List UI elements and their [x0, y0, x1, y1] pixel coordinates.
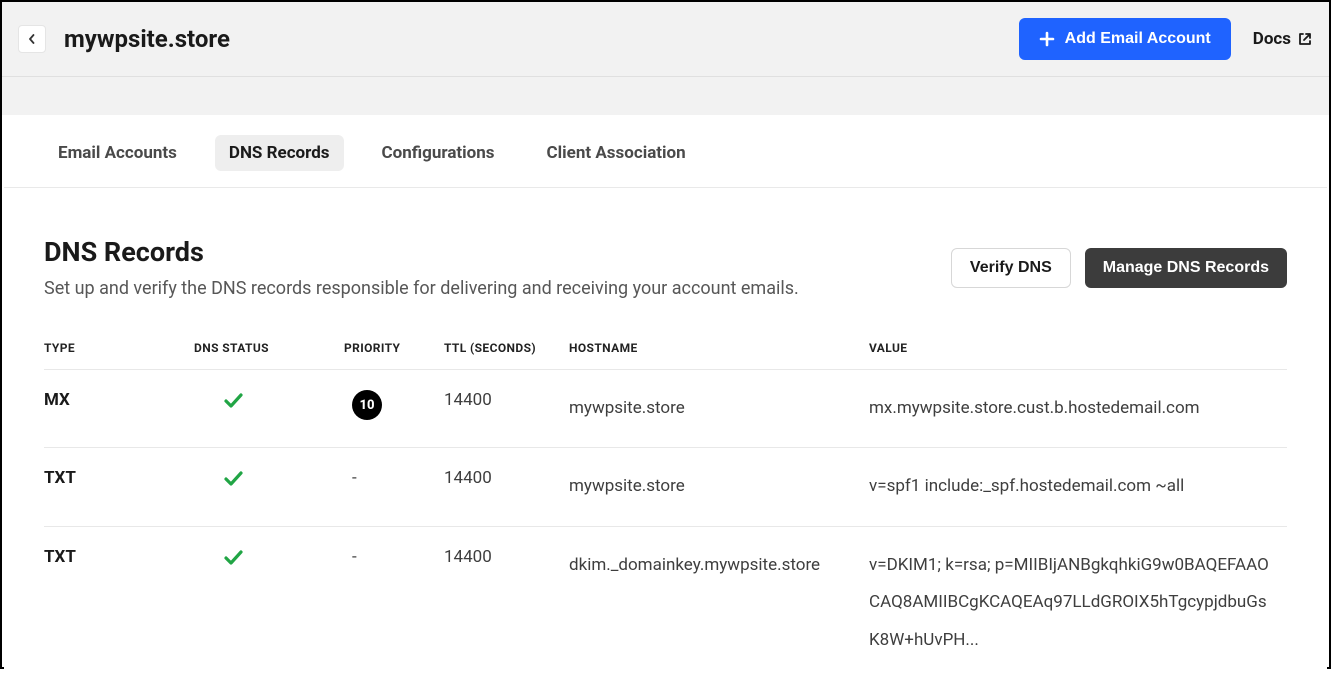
cell-value: v=spf1 include:_spf.hostedemail.com ~all	[869, 468, 1287, 505]
cell-status	[194, 390, 344, 417]
cell-value: v=DKIM1; k=rsa; p=MIIBIjANBgkqhkiG9w0BAQ…	[869, 547, 1287, 659]
column-ttl: TTL (SECONDS)	[444, 341, 569, 355]
add-email-account-button[interactable]: Add Email Account	[1019, 18, 1231, 60]
cell-ttl: 14400	[444, 547, 569, 567]
table-body: MX 10 14400 mywpsite.store mx.mywpsite.s…	[44, 370, 1287, 679]
cell-status	[194, 468, 344, 495]
section-description: Set up and verify the DNS records respon…	[44, 278, 799, 299]
cell-ttl: 14400	[444, 390, 569, 410]
verify-dns-button[interactable]: Verify DNS	[951, 248, 1071, 288]
tab-configurations[interactable]: Configurations	[368, 135, 509, 171]
cell-status	[194, 547, 344, 574]
docs-label: Docs	[1253, 29, 1291, 49]
column-type: TYPE	[44, 341, 194, 355]
column-hostname: HOSTNAME	[569, 341, 869, 355]
section-actions: Verify DNS Manage DNS Records	[951, 248, 1287, 288]
cell-priority: -	[344, 547, 444, 567]
checkmark-icon	[222, 390, 244, 412]
add-email-account-label: Add Email Account	[1065, 30, 1211, 48]
content-area: DNS Records Set up and verify the DNS re…	[4, 188, 1327, 699]
cell-priority: -	[344, 468, 444, 488]
tab-client-association[interactable]: Client Association	[533, 135, 700, 171]
page-header: mywpsite.store Add Email Account Docs	[2, 2, 1329, 77]
table-header-row: TYPE DNS STATUS PRIORITY TTL (SECONDS) H…	[44, 331, 1287, 370]
cell-type: MX	[44, 390, 194, 410]
checkmark-icon	[222, 468, 244, 490]
section-text: DNS Records Set up and verify the DNS re…	[44, 236, 799, 299]
chevron-left-icon	[27, 34, 37, 44]
tab-email-accounts[interactable]: Email Accounts	[44, 135, 191, 171]
section-header: DNS Records Set up and verify the DNS re…	[44, 236, 1287, 299]
dns-records-table: TYPE DNS STATUS PRIORITY TTL (SECONDS) H…	[44, 331, 1287, 679]
cell-type: TXT	[44, 547, 194, 567]
table-row: TXT - 14400 dkim._domainkey.mywpsite.sto…	[44, 527, 1287, 679]
cell-type: TXT	[44, 468, 194, 488]
site-title: mywpsite.store	[64, 25, 1019, 53]
cell-hostname: dkim._domainkey.mywpsite.store	[569, 547, 869, 584]
tab-dns-records[interactable]: DNS Records	[215, 135, 344, 171]
cell-priority: 10	[344, 390, 444, 420]
cell-hostname: mywpsite.store	[569, 390, 869, 427]
table-row: TXT - 14400 mywpsite.store v=spf1 includ…	[44, 448, 1287, 526]
table-row: MX 10 14400 mywpsite.store mx.mywpsite.s…	[44, 370, 1287, 448]
back-button[interactable]	[18, 25, 46, 53]
column-value: VALUE	[869, 341, 1287, 355]
section-title: DNS Records	[44, 236, 799, 268]
column-status: DNS STATUS	[194, 341, 344, 355]
priority-badge: 10	[352, 390, 382, 420]
column-priority: PRIORITY	[344, 341, 444, 355]
checkmark-icon	[222, 547, 244, 569]
header-gap	[2, 77, 1329, 115]
cell-ttl: 14400	[444, 468, 569, 488]
tabs-bar: Email Accounts DNS Records Configuration…	[4, 115, 1327, 188]
cell-value: mx.mywpsite.store.cust.b.hostedemail.com	[869, 390, 1287, 427]
cell-hostname: mywpsite.store	[569, 468, 869, 505]
plus-icon	[1039, 31, 1055, 47]
manage-dns-records-button[interactable]: Manage DNS Records	[1085, 248, 1287, 288]
external-link-icon	[1297, 31, 1313, 47]
docs-link[interactable]: Docs	[1253, 29, 1313, 49]
